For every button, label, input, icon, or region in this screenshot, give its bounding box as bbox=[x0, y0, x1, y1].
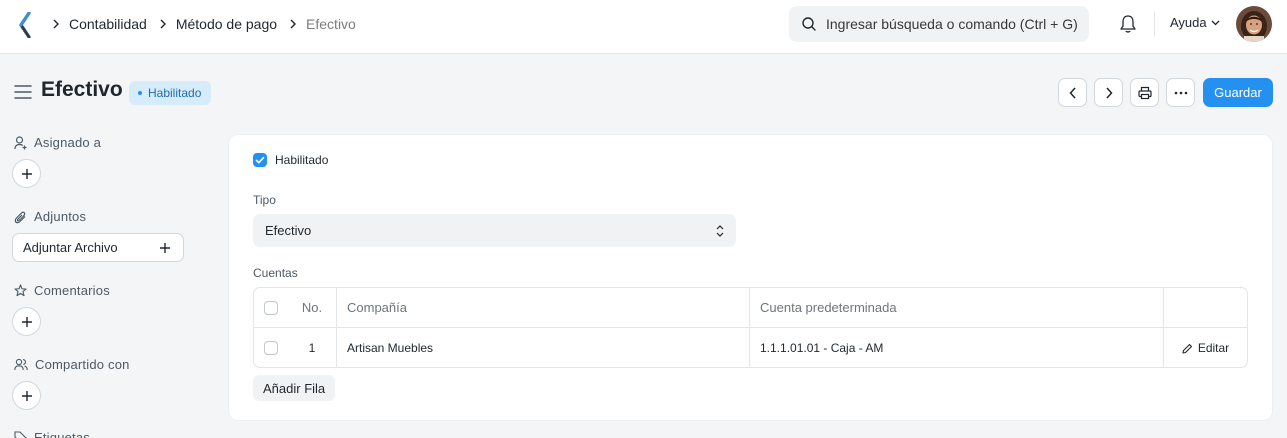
chevron-down-icon bbox=[1211, 20, 1220, 25]
accounts-table: No. Compañía Cuenta predeterminada 1 Art… bbox=[253, 287, 1248, 368]
print-button[interactable] bbox=[1130, 78, 1159, 107]
search-bar[interactable] bbox=[789, 6, 1089, 42]
select-arrows-icon bbox=[716, 224, 724, 237]
table-header-row: No. Compañía Cuenta predeterminada bbox=[254, 288, 1247, 328]
paperclip-icon bbox=[14, 211, 26, 223]
enabled-checkbox[interactable] bbox=[253, 153, 267, 167]
enabled-label: Habilitado bbox=[275, 153, 329, 167]
row-actions-cell: Editar bbox=[1164, 328, 1247, 367]
edit-label: Editar bbox=[1197, 341, 1230, 355]
breadcrumb-accounting[interactable]: Contabilidad bbox=[69, 16, 147, 32]
chevron-right-icon bbox=[289, 19, 297, 29]
add-row-button[interactable]: Añadir Fila bbox=[253, 375, 336, 401]
chevron-right-icon bbox=[159, 19, 167, 29]
star-icon bbox=[14, 284, 27, 297]
ellipsis-icon bbox=[1174, 91, 1187, 94]
navbar-divider bbox=[1154, 12, 1155, 36]
column-header-company: Compañía bbox=[337, 288, 750, 327]
top-navbar: Contabilidad Método de pago Efectivo Ayu… bbox=[0, 0, 1287, 54]
notifications-bell-icon[interactable] bbox=[1119, 14, 1137, 34]
search-icon bbox=[802, 17, 816, 31]
attach-file-label: Adjuntar Archivo bbox=[23, 240, 118, 255]
select-all-checkbox[interactable] bbox=[264, 300, 278, 315]
edit-row-button[interactable]: Editar bbox=[1182, 341, 1229, 355]
user-avatar[interactable] bbox=[1236, 6, 1272, 42]
app-logo-icon[interactable] bbox=[18, 12, 34, 38]
chevron-left-icon bbox=[1068, 86, 1076, 99]
help-dropdown[interactable]: Ayuda bbox=[1170, 15, 1220, 30]
row-select-cell bbox=[254, 328, 288, 367]
type-select-value: Efectivo bbox=[265, 223, 312, 238]
type-field-label: Tipo bbox=[253, 193, 276, 207]
accounts-field-label: Cuentas bbox=[253, 266, 298, 280]
comments-label: Comentarios bbox=[34, 283, 110, 298]
breadcrumb: Contabilidad Método de pago Efectivo bbox=[52, 0, 368, 47]
save-button[interactable]: Guardar bbox=[1203, 78, 1273, 107]
enabled-checkbox-field[interactable]: Habilitado bbox=[253, 153, 328, 167]
column-header-no: No. bbox=[288, 288, 337, 327]
attach-file-button[interactable]: Adjuntar Archivo bbox=[12, 233, 184, 262]
status-badge: Habilitado bbox=[129, 81, 212, 105]
pencil-icon bbox=[1182, 343, 1192, 354]
tags-section: Etiquetas bbox=[14, 430, 90, 438]
attachments-label: Adjuntos bbox=[34, 209, 87, 224]
select-all-cell bbox=[254, 288, 288, 327]
comments-section: Comentarios bbox=[14, 283, 110, 298]
printer-icon bbox=[1137, 86, 1152, 99]
check-icon bbox=[255, 156, 265, 164]
add-share-button[interactable] bbox=[12, 381, 41, 410]
help-label: Ayuda bbox=[1170, 15, 1207, 30]
attachments-section: Adjuntos bbox=[14, 209, 86, 224]
table-row[interactable]: 1 Artisan Muebles 1.1.1.01.01 - Caja - A… bbox=[254, 328, 1247, 367]
plus-icon bbox=[21, 316, 32, 327]
column-header-default-account: Cuenta predeterminada bbox=[750, 288, 1164, 327]
add-assignee-button[interactable] bbox=[12, 159, 41, 188]
status-dot bbox=[138, 91, 142, 95]
breadcrumb-current[interactable]: Efectivo bbox=[306, 16, 356, 32]
more-actions-button[interactable] bbox=[1166, 78, 1195, 107]
assigned-to-label: Asignado a bbox=[34, 135, 102, 150]
chevron-right-icon bbox=[52, 19, 60, 29]
user-add-icon bbox=[14, 135, 27, 149]
users-icon bbox=[14, 358, 28, 371]
type-select[interactable]: Efectivo bbox=[253, 214, 736, 247]
tag-icon bbox=[14, 431, 27, 438]
column-header-actions bbox=[1164, 288, 1247, 327]
form-card bbox=[228, 134, 1273, 421]
shared-with-label: Compartido con bbox=[35, 357, 130, 372]
tags-label: Etiquetas bbox=[34, 430, 91, 438]
plus-icon bbox=[21, 390, 32, 401]
chevron-right-icon bbox=[1105, 86, 1113, 99]
shared-with-section: Compartido con bbox=[14, 357, 130, 372]
breadcrumb-payment-method[interactable]: Método de pago bbox=[176, 16, 277, 32]
row-number: 1 bbox=[288, 328, 337, 367]
row-checkbox[interactable] bbox=[264, 341, 278, 355]
plus-icon bbox=[21, 168, 32, 179]
assigned-to-section: Asignado a bbox=[14, 135, 101, 150]
plus-icon bbox=[160, 242, 170, 253]
sidebar-toggle-icon[interactable] bbox=[14, 84, 32, 100]
status-label: Habilitado bbox=[148, 86, 202, 100]
next-doc-button[interactable] bbox=[1094, 78, 1123, 107]
company-cell[interactable]: Artisan Muebles bbox=[337, 328, 750, 367]
previous-doc-button[interactable] bbox=[1058, 78, 1087, 107]
add-comment-button[interactable] bbox=[12, 307, 41, 336]
page-title: Efectivo bbox=[41, 78, 123, 101]
search-input[interactable] bbox=[826, 16, 1086, 32]
default-account-cell[interactable]: 1.1.1.01.01 - Caja - AM bbox=[750, 328, 1164, 367]
